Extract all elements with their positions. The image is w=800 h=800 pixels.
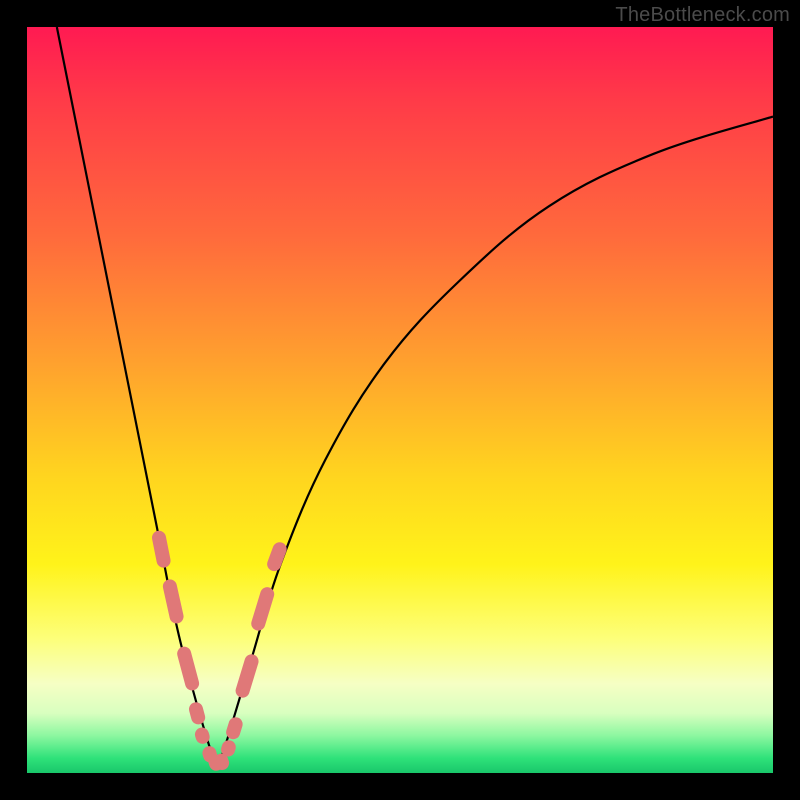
curve-left-curve	[57, 27, 217, 769]
marker-layer	[151, 530, 289, 773]
bead-marker	[250, 585, 276, 632]
bead-marker	[151, 530, 172, 569]
attribution-watermark: TheBottleneck.com	[615, 4, 790, 27]
bead-marker	[234, 653, 260, 700]
bead-marker	[162, 578, 185, 625]
plot-area	[27, 27, 773, 773]
chart-frame: TheBottleneck.com	[0, 0, 800, 800]
curve-right-curve	[217, 117, 773, 770]
curve-layer	[57, 27, 773, 769]
bead-marker	[176, 645, 201, 692]
bead-marker	[265, 540, 288, 573]
bead-marker	[187, 701, 206, 726]
chart-svg	[27, 27, 773, 773]
